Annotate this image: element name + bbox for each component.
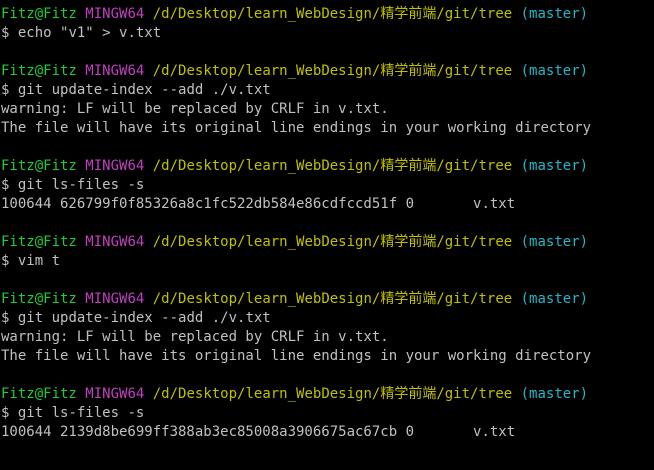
prompt-branch: (master): [520, 291, 589, 307]
command-line: $ echo "v1" > v.txt: [1, 24, 654, 43]
output-line: The file will have its original line end…: [1, 119, 654, 138]
command-line: $ git update-index --add ./v.txt: [1, 81, 654, 100]
command-text: git ls-files -s: [17, 405, 145, 421]
prompt-path: /d/Desktop/learn_WebDesign/精学前端/git/tree: [152, 158, 513, 174]
prompt-system: MINGW64: [85, 63, 145, 79]
prompt-path: /d/Desktop/learn_WebDesign/精学前端/git/tree: [152, 63, 513, 79]
prompt-symbol: $: [1, 25, 10, 41]
prompt-symbol: $: [1, 405, 10, 421]
prompt-line: Fitz@Fitz MINGW64 /d/Desktop/learn_WebDe…: [1, 233, 654, 252]
output-text: 100644 2139d8be699ff388ab3ec85008a390667…: [1, 424, 516, 440]
output-line: warning: LF will be replaced by CRLF in …: [1, 100, 654, 119]
prompt-user: Fitz@Fitz: [1, 291, 77, 307]
prompt-branch: (master): [520, 6, 589, 22]
prompt-symbol: $: [1, 177, 10, 193]
output-text: warning: LF will be replaced by CRLF in …: [1, 329, 389, 345]
prompt-symbol: $: [1, 310, 10, 326]
prompt-path: /d/Desktop/learn_WebDesign/精学前端/git/tree: [152, 6, 513, 22]
prompt-user: Fitz@Fitz: [1, 158, 77, 174]
prompt-symbol: $: [1, 82, 10, 98]
prompt-branch: (master): [520, 63, 589, 79]
prompt-line: Fitz@Fitz MINGW64 /d/Desktop/learn_WebDe…: [1, 157, 654, 176]
prompt-line: Fitz@Fitz MINGW64 /d/Desktop/learn_WebDe…: [1, 290, 654, 309]
command-text: vim t: [17, 253, 61, 269]
prompt-system: MINGW64: [85, 234, 145, 250]
command-text: git ls-files -s: [17, 177, 145, 193]
prompt-system: MINGW64: [85, 386, 145, 402]
output-text: warning: LF will be replaced by CRLF in …: [1, 101, 389, 117]
command-line: $ vim t: [1, 252, 654, 271]
output-line: 100644 626799f0f85326a8c1fc522db584e86cd…: [1, 195, 654, 214]
prompt-system: MINGW64: [85, 291, 145, 307]
prompt-line: Fitz@Fitz MINGW64 /d/Desktop/learn_WebDe…: [1, 5, 654, 24]
prompt-line: Fitz@Fitz MINGW64 /d/Desktop/learn_WebDe…: [1, 385, 654, 404]
command-line: $ git ls-files -s: [1, 176, 654, 195]
command-text: git update-index --add ./v.txt: [17, 82, 271, 98]
output-line: 100644 2139d8be699ff388ab3ec85008a390667…: [1, 423, 654, 442]
command-text: echo "v1" > v.txt: [17, 25, 162, 41]
prompt-path: /d/Desktop/learn_WebDesign/精学前端/git/tree: [152, 386, 513, 402]
prompt-line: Fitz@Fitz MINGW64 /d/Desktop/learn_WebDe…: [1, 62, 654, 81]
prompt-path: /d/Desktop/learn_WebDesign/精学前端/git/tree: [152, 234, 513, 250]
command-line: $ git update-index --add ./v.txt: [1, 309, 654, 328]
prompt-user: Fitz@Fitz: [1, 63, 77, 79]
prompt-user: Fitz@Fitz: [1, 234, 77, 250]
output-line: The file will have its original line end…: [1, 347, 654, 366]
prompt-branch: (master): [520, 386, 589, 402]
prompt-user: Fitz@Fitz: [1, 6, 77, 22]
command-line: $ git ls-files -s: [1, 404, 654, 423]
output-line: warning: LF will be replaced by CRLF in …: [1, 328, 654, 347]
output-text: 100644 626799f0f85326a8c1fc522db584e86cd…: [1, 196, 516, 212]
terminal-window[interactable]: Fitz@Fitz MINGW64 /d/Desktop/learn_WebDe…: [0, 0, 654, 470]
prompt-system: MINGW64: [85, 158, 145, 174]
prompt-system: MINGW64: [85, 6, 145, 22]
prompt-branch: (master): [520, 158, 589, 174]
prompt-branch: (master): [520, 234, 589, 250]
command-text: git update-index --add ./v.txt: [17, 310, 271, 326]
prompt-user: Fitz@Fitz: [1, 386, 77, 402]
output-text: The file will have its original line end…: [1, 348, 592, 364]
output-text: The file will have its original line end…: [1, 120, 592, 136]
prompt-path: /d/Desktop/learn_WebDesign/精学前端/git/tree: [152, 291, 513, 307]
prompt-symbol: $: [1, 253, 10, 269]
